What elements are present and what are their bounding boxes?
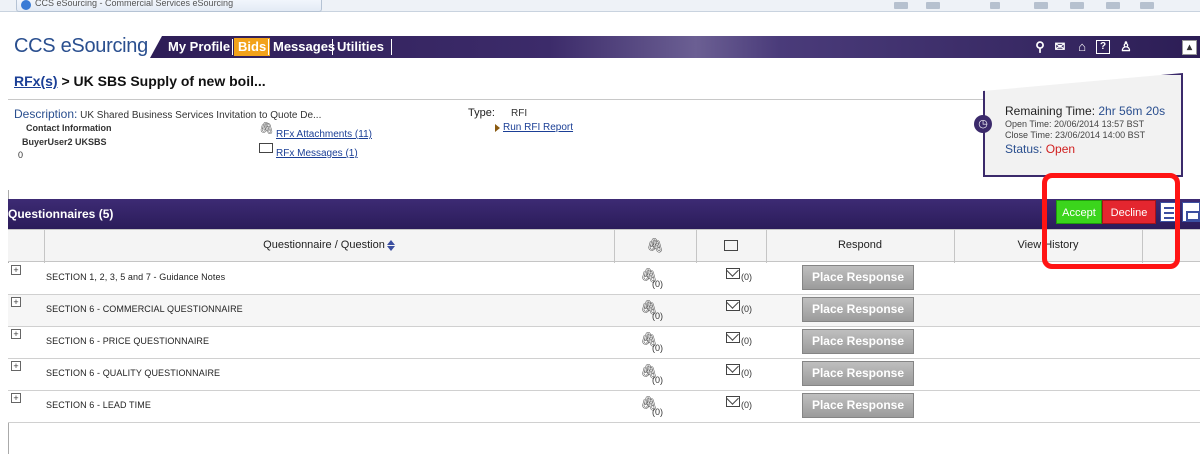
browser-tab-title: CCS eSourcing - Commercial Services eSou…	[35, 0, 234, 8]
browser-control-icon[interactable]	[1070, 2, 1084, 9]
contact-extra: 0	[18, 150, 24, 160]
table-row[interactable]: + SECTION 1, 2, 3, 5 and 7 - Guidance Not…	[8, 263, 1200, 295]
brand-logo[interactable]: CCS eSourcing	[14, 36, 148, 56]
collapse-icon[interactable]: ▴	[1182, 40, 1197, 55]
favicon-icon	[21, 0, 31, 10]
tab-messages[interactable]: Messages	[269, 38, 339, 56]
type-label: Type:	[468, 107, 495, 119]
message-count: (0)	[741, 336, 752, 346]
column-header-question-label: Questionnaire / Question	[263, 239, 385, 251]
message-count: (0)	[741, 272, 752, 282]
message-count: (0)	[741, 304, 752, 314]
table-row[interactable]: + SECTION 6 - COMMERCIAL QUESTIONNAIRE 🖇 (0…	[8, 295, 1200, 327]
attachment-count: (0)	[652, 311, 663, 321]
envelope-icon[interactable]	[726, 364, 740, 375]
message-count: (0)	[741, 368, 752, 378]
table-row[interactable]: + SECTION 6 - PRICE QUESTIONNAIRE 🖇 (0) (0) P…	[8, 327, 1200, 359]
browser-control-icon[interactable]	[1106, 2, 1120, 9]
status-label: Status:	[1005, 142, 1043, 156]
expand-icon[interactable]: +	[11, 265, 21, 275]
breadcrumb: RFx(s) > UK SBS Supply of new boil...	[14, 73, 266, 89]
print-icon[interactable]	[1182, 202, 1200, 222]
mail-icon[interactable]: ✉	[1052, 39, 1068, 55]
open-time: Open Time: 20/06/2014 13:57 BST	[1005, 119, 1145, 129]
expand-icon[interactable]: +	[11, 393, 21, 403]
table-row[interactable]: + SECTION 6 - QUALITY QUESTIONNAIRE 🖇 (0) (0…	[8, 359, 1200, 391]
description-label: Description:	[14, 107, 78, 121]
user-icon[interactable]: ♙	[1118, 39, 1134, 55]
attachment-count: (0)	[652, 343, 663, 353]
tab-utilities[interactable]: Utilities	[333, 38, 388, 56]
tab-divider	[391, 39, 392, 55]
attachment-count: (0)	[652, 279, 663, 289]
question-label: SECTION 6 - COMMERCIAL QUESTIONNAIRE	[46, 304, 243, 314]
search-icon[interactable]: ⚲	[1032, 39, 1048, 55]
remaining-time-label: Remaining Time:	[1005, 104, 1096, 118]
questionnaires-title: Questionnaires (5)	[8, 207, 114, 221]
expand-icon[interactable]: +	[11, 361, 21, 371]
close-time: Close Time: 23/06/2014 14:00 BST	[1005, 130, 1146, 140]
place-response-button[interactable]: Place Response	[802, 265, 914, 290]
question-label: SECTION 6 - PRICE QUESTIONNAIRE	[46, 336, 210, 346]
attachment-count: (0)	[652, 375, 663, 385]
breadcrumb-separator: >	[57, 73, 74, 89]
help-icon[interactable]: ?	[1096, 40, 1110, 54]
place-response-button[interactable]: Place Response	[802, 297, 914, 322]
remaining-time-value: 2hr 56m 20s	[1095, 104, 1166, 118]
sort-up-icon[interactable]	[386, 240, 395, 245]
column-header-respond: Respond	[837, 239, 883, 251]
envelope-icon[interactable]	[726, 300, 740, 311]
question-label: SECTION 6 - LEAD TIME	[46, 400, 151, 410]
message-count: (0)	[741, 400, 752, 410]
home-icon[interactable]: ⌂	[1074, 39, 1090, 55]
remaining-time: Remaining Time: 2hr 56m 20s	[1005, 104, 1165, 118]
browser-control-icon[interactable]	[1140, 2, 1154, 9]
envelope-icon[interactable]	[726, 396, 740, 407]
column-header-question[interactable]: Questionnaire / Question	[44, 229, 614, 262]
tab-bids[interactable]: Bids	[234, 38, 271, 56]
main-nav: My Profile Bids Messages Utilities ⚲ ✉ ⌂…	[150, 36, 1200, 58]
description-row: Description: UK Shared Business Services…	[14, 107, 321, 121]
annotation-highlight	[1042, 173, 1180, 269]
envelope-icon[interactable]	[726, 332, 740, 343]
attachment-count: (0)	[652, 407, 663, 417]
contact-name: BuyerUser2 UKSBS	[22, 137, 107, 147]
header-divider	[8, 99, 986, 100]
browser-control-icon[interactable]	[894, 2, 908, 9]
place-response-button[interactable]: Place Response	[802, 329, 914, 354]
browser-control-icon[interactable]	[1034, 2, 1048, 9]
play-icon	[495, 124, 500, 132]
type-value: RFI	[511, 108, 528, 119]
browser-tab[interactable]: CCS eSourcing - Commercial Services eSou…	[16, 0, 322, 12]
description-value: UK Shared Business Services Invitation t…	[77, 110, 322, 121]
question-label: SECTION 6 - QUALITY QUESTIONNAIRE	[46, 368, 221, 378]
breadcrumb-rfx-link[interactable]: RFx(s)	[14, 73, 58, 89]
table-row[interactable]: + SECTION 6 - LEAD TIME 🖇 (0) (0) Place Respo…	[8, 391, 1200, 423]
contact-label: Contact Information	[26, 123, 112, 133]
question-label: SECTION 1, 2, 3, 5 and 7 - Guidance Note…	[46, 272, 226, 282]
column-header-messages	[696, 229, 766, 262]
envelope-icon[interactable]	[726, 268, 740, 279]
place-response-button[interactable]: Place Response	[802, 393, 914, 418]
page-title: UK SBS Supply of new boil...	[73, 73, 266, 89]
browser-control-icon[interactable]	[926, 2, 940, 9]
envelope-icon	[259, 143, 273, 153]
browser-control-icon[interactable]	[990, 2, 1000, 9]
expand-icon[interactable]: +	[11, 329, 21, 339]
sort-down-icon[interactable]	[386, 246, 395, 251]
paperclip-icon: 🖇	[259, 121, 275, 135]
envelope-icon	[724, 239, 738, 251]
expand-icon[interactable]: +	[11, 297, 21, 307]
tab-divider	[232, 39, 233, 55]
run-rfi-report-link[interactable]: Run RFI Report	[503, 122, 573, 133]
rfx-messages-link[interactable]: RFx Messages (1)	[276, 148, 358, 159]
rfx-attachments-link[interactable]: RFx Attachments (11)	[276, 129, 372, 140]
place-response-button[interactable]: Place Response	[802, 361, 914, 386]
tab-my-profile[interactable]: My Profile	[164, 38, 234, 56]
status-value: Open	[1042, 142, 1076, 156]
status: Status: Open	[1005, 142, 1075, 156]
column-header-attachments-icon: 🖇	[646, 237, 664, 253]
clock-icon: ◷	[974, 115, 992, 133]
questionnaires-header-bar	[8, 199, 1200, 229]
